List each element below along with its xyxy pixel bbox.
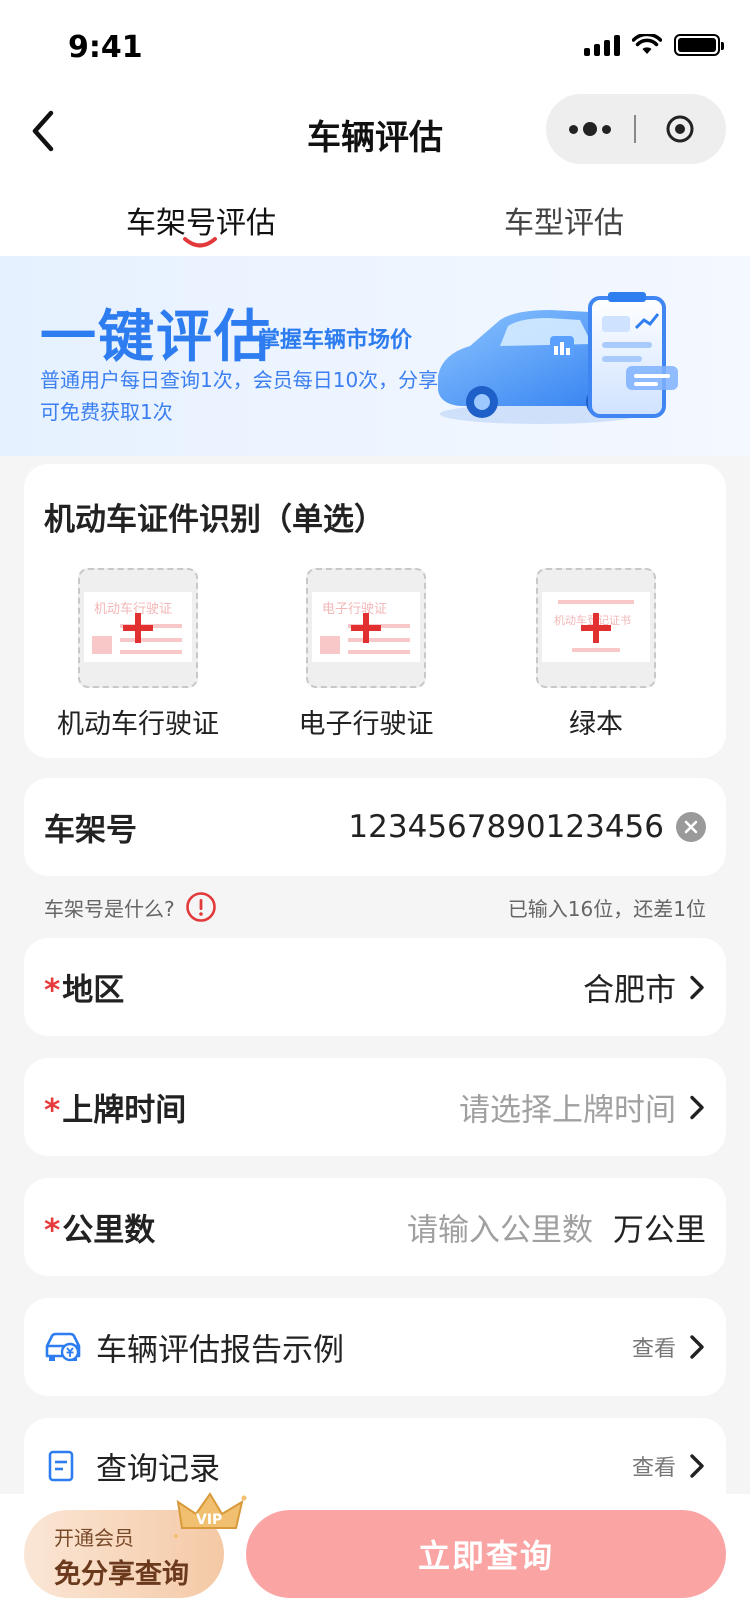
- tab-model-evaluation[interactable]: 车型评估: [504, 198, 624, 242]
- vin-char-count: 已输入16位，还差1位: [507, 896, 706, 921]
- car-yuan-icon: [45, 1332, 81, 1362]
- cert-option-label: 绿本: [569, 709, 623, 740]
- upload-box[interactable]: 电子行驶证: [306, 568, 426, 688]
- mileage-label: *公里数: [44, 1212, 156, 1249]
- query-records-link[interactable]: 查询记录 查看: [24, 1418, 726, 1494]
- add-plus-icon: [581, 613, 611, 643]
- region-value: 合肥市: [583, 972, 676, 1009]
- view-text: 查看: [631, 1337, 676, 1362]
- battery-icon: [674, 34, 724, 56]
- chevron-right-icon: [690, 1095, 704, 1119]
- certificate-title: 机动车证件识别（单选）: [44, 502, 385, 538]
- vin-label: 车架号: [44, 812, 137, 849]
- more-dots-icon[interactable]: [546, 122, 634, 136]
- cert-option-e-license[interactable]: 电子行驶证 电子行驶证: [256, 568, 476, 741]
- clear-icon[interactable]: [676, 812, 706, 842]
- add-plus-icon: [123, 613, 153, 643]
- mileage-unit: 万公里: [613, 1212, 706, 1249]
- plate-time-field-card[interactable]: *上牌时间 请选择上牌时间: [24, 1058, 726, 1156]
- report-example-label: 车辆评估报告示例: [96, 1332, 344, 1369]
- certificate-recognition-card: 机动车证件识别（单选） 机动车行驶证 机动车行驶证 电子行驶证 电子行驶证 机动…: [24, 464, 726, 758]
- chevron-right-icon: [690, 975, 704, 999]
- vip-line1: 开通会员: [54, 1526, 134, 1550]
- chevron-right-icon: [690, 1335, 704, 1359]
- open-vip-button[interactable]: 开通会员 免分享查询 VIP: [24, 1492, 247, 1598]
- vip-crown-icon: VIP: [174, 1492, 247, 1538]
- close-mini-program-button[interactable]: [636, 114, 724, 144]
- plate-time-placeholder: 请选择上牌时间: [459, 1092, 676, 1129]
- query-records-label: 查询记录: [96, 1451, 220, 1488]
- svg-text:VIP: VIP: [196, 1512, 222, 1528]
- vin-help-link[interactable]: 车架号是什么?: [44, 891, 217, 923]
- document-list-icon: [48, 1450, 74, 1482]
- vin-field-card: 车架号 1234567890123456: [24, 778, 726, 876]
- mini-program-capsule: [546, 94, 726, 164]
- region-label: *地区: [44, 972, 125, 1009]
- cert-option-label: 电子行驶证: [298, 709, 434, 740]
- vin-help-text: 车架号是什么?: [44, 896, 175, 921]
- region-field-card[interactable]: *地区 合肥市: [24, 938, 726, 1036]
- exclamation-circle-icon: [185, 892, 216, 922]
- status-icons: [584, 34, 724, 56]
- banner-description: 普通用户每日查询1次，会员每日10次，分享可免费获取1次: [40, 368, 439, 424]
- cellular-signal-icon: [584, 34, 620, 56]
- report-example-link[interactable]: 车辆评估报告示例 查看: [24, 1298, 726, 1396]
- banner-title: 一键评估: [40, 305, 272, 370]
- mileage-field-card: *公里数 请输入公里数 万公里: [24, 1178, 726, 1276]
- vip-line2: 免分享查询: [54, 1559, 189, 1590]
- view-text: 查看: [631, 1456, 676, 1481]
- chevron-right-icon: [690, 1454, 704, 1478]
- query-now-button[interactable]: 立即查询: [246, 1510, 726, 1598]
- target-circle-icon: [666, 115, 694, 143]
- vin-hint-row: 车架号是什么? 已输入16位，还差1位: [44, 890, 706, 924]
- active-tab-indicator: [183, 237, 217, 248]
- cert-option-driving-license[interactable]: 机动车行驶证 机动车行驶证: [28, 568, 248, 741]
- status-time: 9:41: [68, 30, 143, 65]
- upload-box[interactable]: 机动车登记证书: [536, 568, 656, 688]
- banner-subtitle: 掌握车辆市场价: [258, 328, 413, 353]
- bottom-action-bar: 开通会员 免分享查询 VIP 立即查询: [0, 1492, 750, 1624]
- plate-time-label: *上牌时间: [44, 1092, 187, 1129]
- cert-option-label: 机动车行驶证: [57, 709, 219, 740]
- mileage-input[interactable]: 请输入公里数: [407, 1205, 593, 1250]
- wifi-icon: [632, 34, 662, 54]
- car-report-illustration: [438, 292, 678, 424]
- cert-option-green-book[interactable]: 机动车登记证书 绿本: [486, 568, 706, 741]
- promo-banner: 一键评估 掌握车辆市场价 普通用户每日查询1次，会员每日10次，分享可免费获取1…: [0, 256, 750, 456]
- vin-input[interactable]: 1234567890123456: [348, 809, 664, 845]
- upload-box[interactable]: 机动车行驶证: [78, 568, 198, 688]
- add-plus-icon: [351, 613, 381, 643]
